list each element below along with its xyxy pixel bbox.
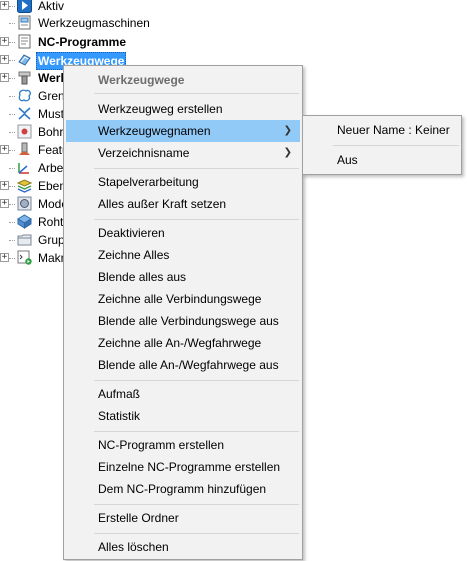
menu-item-alles-ausser-kraft-setzen[interactable]: Alles außer Kraft setzen <box>66 193 300 215</box>
tree-item-grenzen[interactable]: Grenz <box>0 87 71 105</box>
tree-item-label: Must <box>38 107 65 121</box>
tree-connector <box>9 150 15 151</box>
menu-separator <box>94 93 299 94</box>
tree-item-label: Werkzeugmaschinen <box>38 16 150 30</box>
toolpath-icon <box>17 52 32 67</box>
expand-icon[interactable]: + <box>0 253 9 262</box>
expand-icon[interactable]: + <box>0 37 9 46</box>
expand-icon[interactable]: + <box>0 181 9 190</box>
tool-icon <box>17 70 32 85</box>
tree-connector <box>9 23 15 24</box>
menu-item-blende-alle-an-wegfahrwege-aus[interactable]: Blende alle An-/Wegfahrwege aus <box>66 354 300 376</box>
menu-item-nc-programm-erstellen[interactable]: NC-Programm erstellen <box>66 434 300 456</box>
tree-item-gruppen[interactable]: Grup <box>0 231 70 249</box>
menu-separator <box>94 380 299 381</box>
tree-item-aktiv[interactable]: + Aktiv <box>0 0 130 15</box>
expand-icon[interactable]: + <box>0 145 9 154</box>
submenu-arrow-icon: ❯ <box>283 147 292 158</box>
machine-tool-icon <box>17 15 32 30</box>
expand-icon[interactable]: + <box>0 1 9 10</box>
tree-item-label: NC-Programme <box>38 35 127 49</box>
active-arrow-icon <box>17 0 32 13</box>
tree-connector <box>9 96 15 97</box>
menu-item-verzeichnisname[interactable]: Verzeichnisname ❯ <box>66 142 300 164</box>
tree-item-arbeitsebenen[interactable]: Arbei <box>0 159 70 177</box>
tree-item-label: Bohr <box>38 125 64 139</box>
expand-icon[interactable]: + <box>0 73 9 82</box>
menu-item-werkzeugwegnamen[interactable]: Werkzeugwegnamen ❯ <box>66 120 300 142</box>
menu-separator <box>94 533 299 534</box>
tree-item-nc-programme[interactable]: + NC-Programme <box>0 33 140 51</box>
layers-icon <box>16 178 33 193</box>
menu-separator <box>333 145 459 146</box>
menu-item-alles-loeschen[interactable]: Alles löschen <box>66 536 300 558</box>
menu-item-stapelverarbeitung[interactable]: Stapelverarbeitung <box>66 171 300 193</box>
submenu-item-aus[interactable]: Aus <box>305 149 459 171</box>
tree-item-muster[interactable]: Must <box>0 105 70 123</box>
menu-item-deaktivieren[interactable]: Deaktivieren <box>66 222 300 244</box>
feature-icon <box>17 142 32 157</box>
tree-item-werkzeuge[interactable]: + Werkz <box>0 69 73 87</box>
tree-connector <box>9 222 15 223</box>
tree-item-ebenen[interactable]: + Eben <box>0 177 70 195</box>
tree-connector <box>9 204 15 205</box>
pattern-icon <box>17 106 32 121</box>
menu-item-erstelle-ordner[interactable]: Erstelle Ordner <box>66 507 300 529</box>
menu-item-zeichne-alles[interactable]: Zeichne Alles <box>66 244 300 266</box>
tree-item-features[interactable]: + Featu <box>0 141 70 159</box>
tree-item-modelle[interactable]: + Mode <box>0 195 70 213</box>
menu-item-blende-alles-aus[interactable]: Blende alles aus <box>66 266 300 288</box>
context-menu: Werkzeugwege Werkzeugweg erstellen Werkz… <box>63 65 303 560</box>
menu-item-zeichne-alle-verbindungswege[interactable]: Zeichne alle Verbindungswege <box>66 288 300 310</box>
workplane-icon <box>17 160 32 175</box>
model-icon <box>17 196 32 211</box>
menu-separator <box>94 219 299 220</box>
tree-connector <box>9 114 15 115</box>
menu-item-statistik[interactable]: Statistik <box>66 405 300 427</box>
nc-program-icon <box>17 34 32 49</box>
menu-separator <box>94 504 299 505</box>
tree-connector <box>9 186 15 187</box>
tree-item-rohteil[interactable]: Rohte <box>0 213 70 231</box>
tree-connector <box>9 42 15 43</box>
menu-item-aufmass[interactable]: Aufmaß <box>66 383 300 405</box>
tree-item-label: Aktiv <box>38 0 65 13</box>
tree-item-bohren[interactable]: Bohr <box>0 123 70 141</box>
menu-item-werkzeugweg-erstellen[interactable]: Werkzeugweg erstellen <box>66 98 300 120</box>
tree-connector <box>9 240 15 241</box>
submenu-werkzeugwegnamen: Neuer Name : Keiner Aus <box>302 115 462 175</box>
macro-icon <box>17 250 32 265</box>
tree-connector <box>9 78 15 79</box>
submenu-arrow-icon: ❯ <box>283 125 292 136</box>
tree-connector <box>9 60 15 61</box>
menu-title: Werkzeugwege <box>98 73 185 87</box>
stock-icon <box>17 214 32 229</box>
submenu-item-neuer-name[interactable]: Neuer Name : Keiner <box>305 119 459 141</box>
menu-separator <box>94 431 299 432</box>
tree-connector <box>9 132 15 133</box>
group-folder-icon <box>17 232 32 247</box>
expand-icon[interactable]: + <box>0 199 9 208</box>
menu-item-einzelne-nc-programme-erstellen[interactable]: Einzelne NC-Programme erstellen <box>66 456 300 478</box>
tree-item-werkzeugmaschinen[interactable]: Werkzeugmaschinen <box>0 14 160 32</box>
menu-separator <box>94 168 299 169</box>
menu-item-blende-alle-verbindungswege-aus[interactable]: Blende alle Verbindungswege aus <box>66 310 300 332</box>
drill-icon <box>17 124 32 139</box>
tree-item-makros[interactable]: + Makr <box>0 249 70 267</box>
tree-connector <box>9 168 15 169</box>
menu-item-zeichne-alle-an-wegfahrwege[interactable]: Zeichne alle An-/Wegfahrwege <box>66 332 300 354</box>
boundary-icon <box>17 88 32 103</box>
tree-connector <box>9 258 15 259</box>
tree-connector <box>9 6 15 7</box>
expand-icon[interactable]: + <box>0 55 9 64</box>
menu-item-dem-nc-programm-hinzufuegen[interactable]: Dem NC-Programm hinzufügen <box>66 478 300 500</box>
